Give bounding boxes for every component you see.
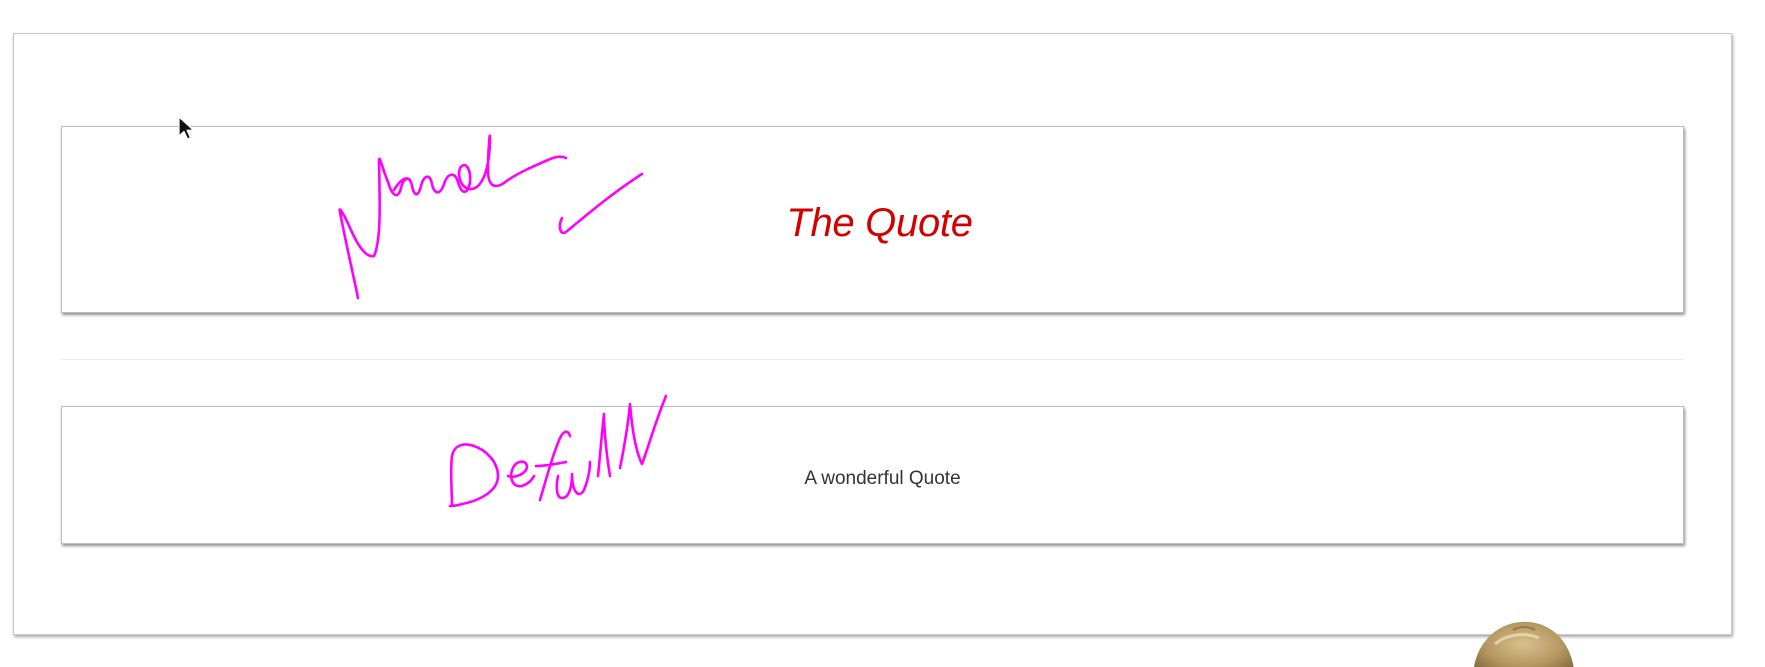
default-quote-text: A wonderful Quote [804, 468, 961, 489]
named-quote-text: The Quote [786, 201, 973, 245]
default-quote-card: A wonderful Quote [61, 406, 1684, 544]
app-panel: The Quote A wonderful Quote [13, 33, 1732, 635]
named-quote-card: The Quote [61, 126, 1684, 313]
screen: The Quote A wonderful Quote [0, 0, 1765, 667]
presenter-webcam-overlay [1474, 621, 1574, 667]
separator [61, 359, 1684, 360]
mouse-pointer-icon [178, 116, 195, 140]
